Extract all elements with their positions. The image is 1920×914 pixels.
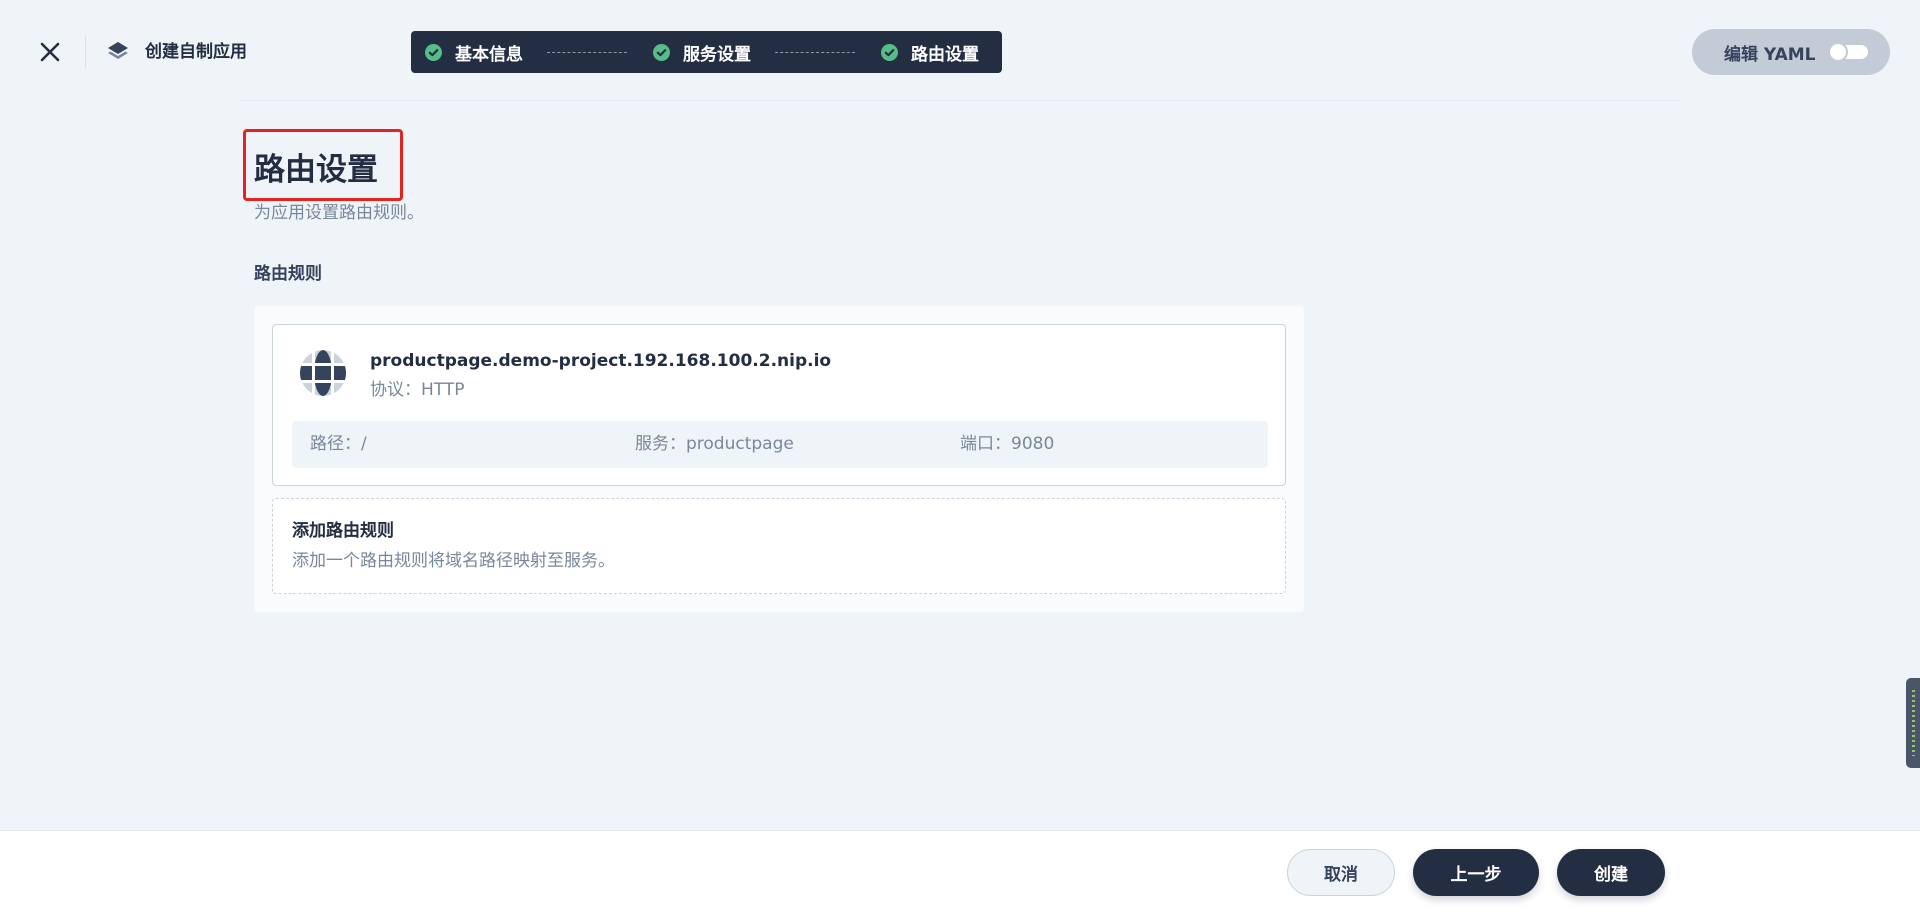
create-button[interactable]: 创建 — [1557, 849, 1665, 896]
header-divider — [85, 36, 86, 68]
title-highlight-box — [243, 129, 403, 201]
header-divider-line — [240, 100, 1680, 101]
route-rules-panel: productpage.demo-project.192.168.100.2.n… — [254, 306, 1304, 612]
edit-yaml-label: 编辑 YAML — [1724, 44, 1816, 65]
rule-path-detail: 路径：/ 服务：productpage 端口：9080 — [292, 421, 1268, 468]
step-basic-info: 基本信息 — [425, 40, 523, 65]
rule-path: 路径：/ — [310, 434, 367, 454]
check-circle-icon — [653, 43, 670, 61]
yaml-switch-knob — [1827, 42, 1848, 62]
step-service-settings: 服务设置 — [653, 40, 751, 65]
section-label-route-rules: 路由规则 — [254, 264, 322, 284]
step-connector — [775, 51, 855, 53]
page-footer: 取消 上一步 创建 — [0, 830, 1920, 914]
step-connector — [547, 51, 627, 53]
yaml-switch[interactable] — [1827, 42, 1868, 62]
check-circle-icon — [425, 43, 442, 61]
step-label: 服务设置 — [683, 44, 751, 65]
app-title: 创建自制应用 — [145, 42, 247, 62]
steps-bar: 基本信息 服务设置 路由设置 — [411, 31, 1002, 73]
app-layers-icon — [108, 42, 128, 59]
add-route-rule-button[interactable]: 添加路由规则 添加一个路由规则将域名路径映射至服务。 — [272, 498, 1286, 594]
side-toolbox-grip — [1912, 690, 1915, 756]
globe-icon — [300, 350, 346, 396]
rule-port: 端口：9080 — [960, 434, 1055, 454]
close-button[interactable] — [36, 38, 64, 66]
cancel-button[interactable]: 取消 — [1287, 849, 1395, 896]
add-rule-title: 添加路由规则 — [292, 521, 394, 541]
page-description: 为应用设置路由规则。 — [254, 203, 424, 223]
step-label: 基本信息 — [455, 44, 523, 65]
side-toolbox-handle[interactable] — [1906, 678, 1920, 768]
edit-yaml-toggle[interactable]: 编辑 YAML — [1692, 29, 1890, 75]
check-circle-icon — [881, 43, 898, 61]
rule-host: productpage.demo-project.192.168.100.2.n… — [370, 351, 832, 371]
previous-step-button[interactable]: 上一步 — [1413, 849, 1539, 896]
rule-service: 服务：productpage — [635, 434, 794, 454]
page-header: 创建自制应用 基本信息 服务设置 路由设置 编辑 YAML — [0, 0, 1920, 102]
step-route-settings: 路由设置 — [881, 40, 979, 65]
step-label: 路由设置 — [911, 44, 979, 65]
route-rule-card[interactable]: productpage.demo-project.192.168.100.2.n… — [272, 324, 1286, 486]
rule-protocol: 协议：HTTP — [370, 380, 465, 400]
close-icon — [40, 42, 60, 62]
add-rule-description: 添加一个路由规则将域名路径映射至服务。 — [292, 551, 615, 571]
